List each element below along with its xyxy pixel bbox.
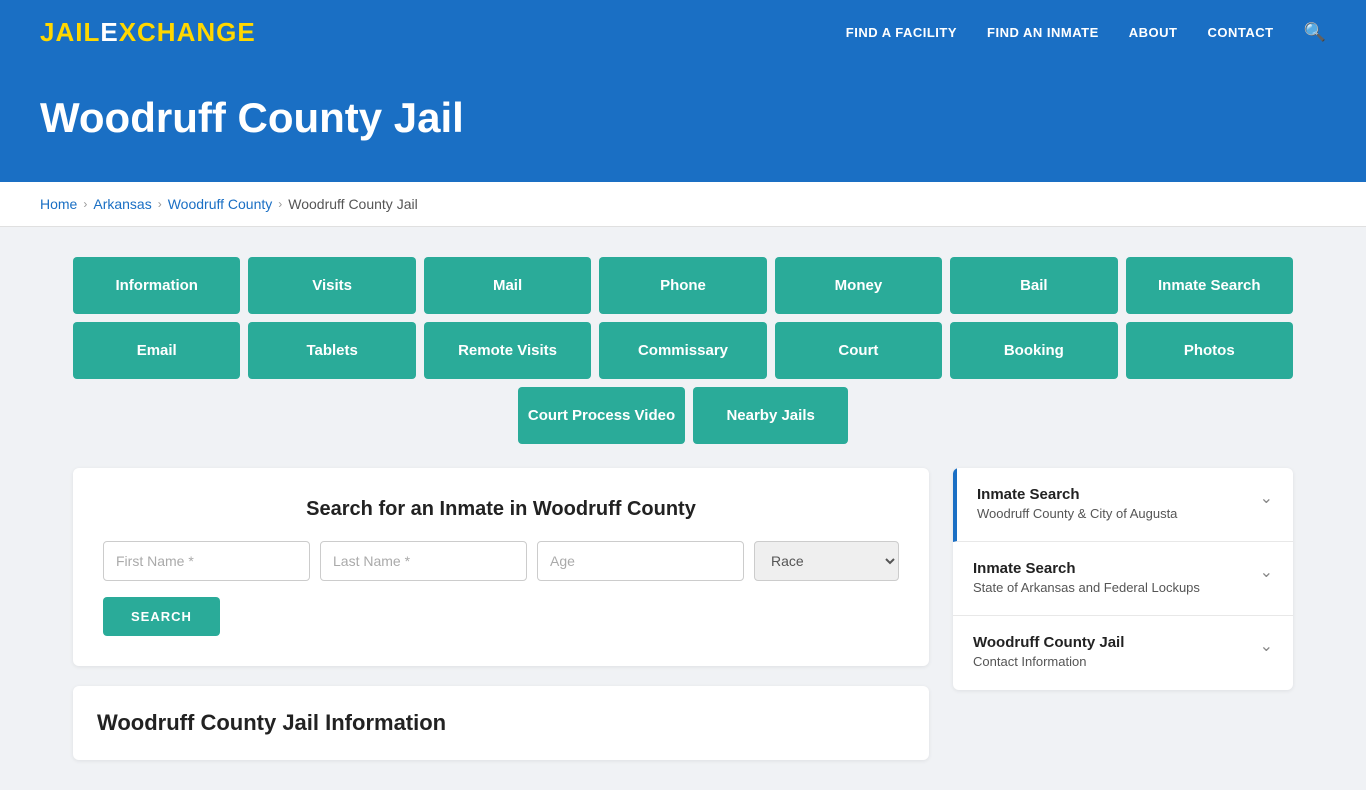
sidebar-item-sub-3: Contact Information [973, 653, 1250, 671]
btn-information[interactable]: Information [73, 257, 240, 314]
sidebar-card: Inmate Search Woodruff County & City of … [953, 468, 1293, 690]
btn-tablets[interactable]: Tablets [248, 322, 415, 379]
search-icon-button[interactable]: 🔍 [1304, 22, 1326, 43]
nav-find-facility[interactable]: FIND A FACILITY [846, 25, 957, 40]
search-button[interactable]: SEARCH [103, 597, 220, 636]
breadcrumb-bar: Home › Arkansas › Woodruff County › Wood… [0, 182, 1366, 227]
nav-contact[interactable]: CONTACT [1207, 25, 1273, 40]
btn-commissary[interactable]: Commissary [599, 322, 766, 379]
btn-booking[interactable]: Booking [950, 322, 1117, 379]
breadcrumb: Home › Arkansas › Woodruff County › Wood… [40, 196, 1326, 212]
btn-photos[interactable]: Photos [1126, 322, 1293, 379]
site-logo[interactable]: JAILEXCHANGE [40, 17, 256, 48]
search-form-title: Search for an Inmate in Woodruff County [103, 498, 899, 521]
btn-row-2: Email Tablets Remote Visits Commissary C… [73, 322, 1293, 379]
nav-find-inmate[interactable]: FIND AN INMATE [987, 25, 1099, 40]
btn-phone[interactable]: Phone [599, 257, 766, 314]
btn-row-1: Information Visits Mail Phone Money Bail… [73, 257, 1293, 314]
btn-bail[interactable]: Bail [950, 257, 1117, 314]
age-input[interactable] [537, 541, 744, 581]
chevron-down-icon-3: ⌄ [1260, 636, 1273, 656]
btn-inmate-search[interactable]: Inmate Search [1126, 257, 1293, 314]
breadcrumb-sep-3: › [278, 197, 282, 211]
btn-court[interactable]: Court [775, 322, 942, 379]
page-title: Woodruff County Jail [40, 94, 1326, 142]
btn-mail[interactable]: Mail [424, 257, 591, 314]
breadcrumb-current: Woodruff County Jail [288, 196, 417, 212]
btn-email[interactable]: Email [73, 322, 240, 379]
info-section-title: Woodruff County Jail Information [97, 710, 905, 736]
breadcrumb-arkansas[interactable]: Arkansas [93, 196, 151, 212]
inmate-search-form: Search for an Inmate in Woodruff County … [73, 468, 929, 666]
btn-court-process-video[interactable]: Court Process Video [518, 387, 685, 444]
btn-remote-visits[interactable]: Remote Visits [424, 322, 591, 379]
sidebar-item-title-2: Inmate Search [973, 560, 1250, 577]
btn-money[interactable]: Money [775, 257, 942, 314]
sidebar-item-title-1: Inmate Search [977, 486, 1250, 503]
sidebar: Inmate Search Woodruff County & City of … [953, 468, 1293, 690]
search-form-row-1: Race White Black Hispanic Asian Other [103, 541, 899, 581]
nav-button-grid: Information Visits Mail Phone Money Bail… [73, 257, 1293, 444]
info-section: Woodruff County Jail Information [73, 686, 929, 760]
btn-row-3: Court Process Video Nearby Jails [73, 387, 1293, 444]
sidebar-item-text-2: Inmate Search State of Arkansas and Fede… [973, 560, 1250, 597]
sidebar-item-inmate-search-county[interactable]: Inmate Search Woodruff County & City of … [953, 468, 1293, 542]
sidebar-item-sub-1: Woodruff County & City of Augusta [977, 505, 1250, 523]
chevron-down-icon-2: ⌄ [1260, 562, 1273, 582]
sidebar-item-text-1: Inmate Search Woodruff County & City of … [977, 486, 1250, 523]
logo-highlight: E [100, 17, 118, 47]
main-nav: FIND A FACILITY FIND AN INMATE ABOUT CON… [846, 22, 1326, 43]
main-content: Information Visits Mail Phone Money Bail… [33, 227, 1333, 790]
sidebar-item-contact-info[interactable]: Woodruff County Jail Contact Information… [953, 616, 1293, 689]
hero-section: Woodruff County Jail [0, 64, 1366, 182]
sidebar-item-inmate-search-state[interactable]: Inmate Search State of Arkansas and Fede… [953, 542, 1293, 616]
chevron-down-icon-1: ⌄ [1260, 488, 1273, 508]
first-name-input[interactable] [103, 541, 310, 581]
race-select[interactable]: Race White Black Hispanic Asian Other [754, 541, 899, 581]
sidebar-item-sub-2: State of Arkansas and Federal Lockups [973, 579, 1250, 597]
breadcrumb-woodruff-county[interactable]: Woodruff County [168, 196, 273, 212]
breadcrumb-sep-2: › [158, 197, 162, 211]
bottom-section: Search for an Inmate in Woodruff County … [73, 468, 1293, 760]
logo-text-xchange: XCHANGE [119, 17, 256, 47]
sidebar-item-title-3: Woodruff County Jail [973, 634, 1250, 651]
nav-about[interactable]: ABOUT [1129, 25, 1178, 40]
site-header: JAILEXCHANGE FIND A FACILITY FIND AN INM… [0, 0, 1366, 64]
left-column: Search for an Inmate in Woodruff County … [73, 468, 929, 760]
logo-text-jail: JAIL [40, 17, 100, 47]
btn-visits[interactable]: Visits [248, 257, 415, 314]
sidebar-item-text-3: Woodruff County Jail Contact Information [973, 634, 1250, 671]
breadcrumb-sep-1: › [83, 197, 87, 211]
btn-nearby-jails[interactable]: Nearby Jails [693, 387, 848, 444]
last-name-input[interactable] [320, 541, 527, 581]
breadcrumb-home[interactable]: Home [40, 196, 77, 212]
